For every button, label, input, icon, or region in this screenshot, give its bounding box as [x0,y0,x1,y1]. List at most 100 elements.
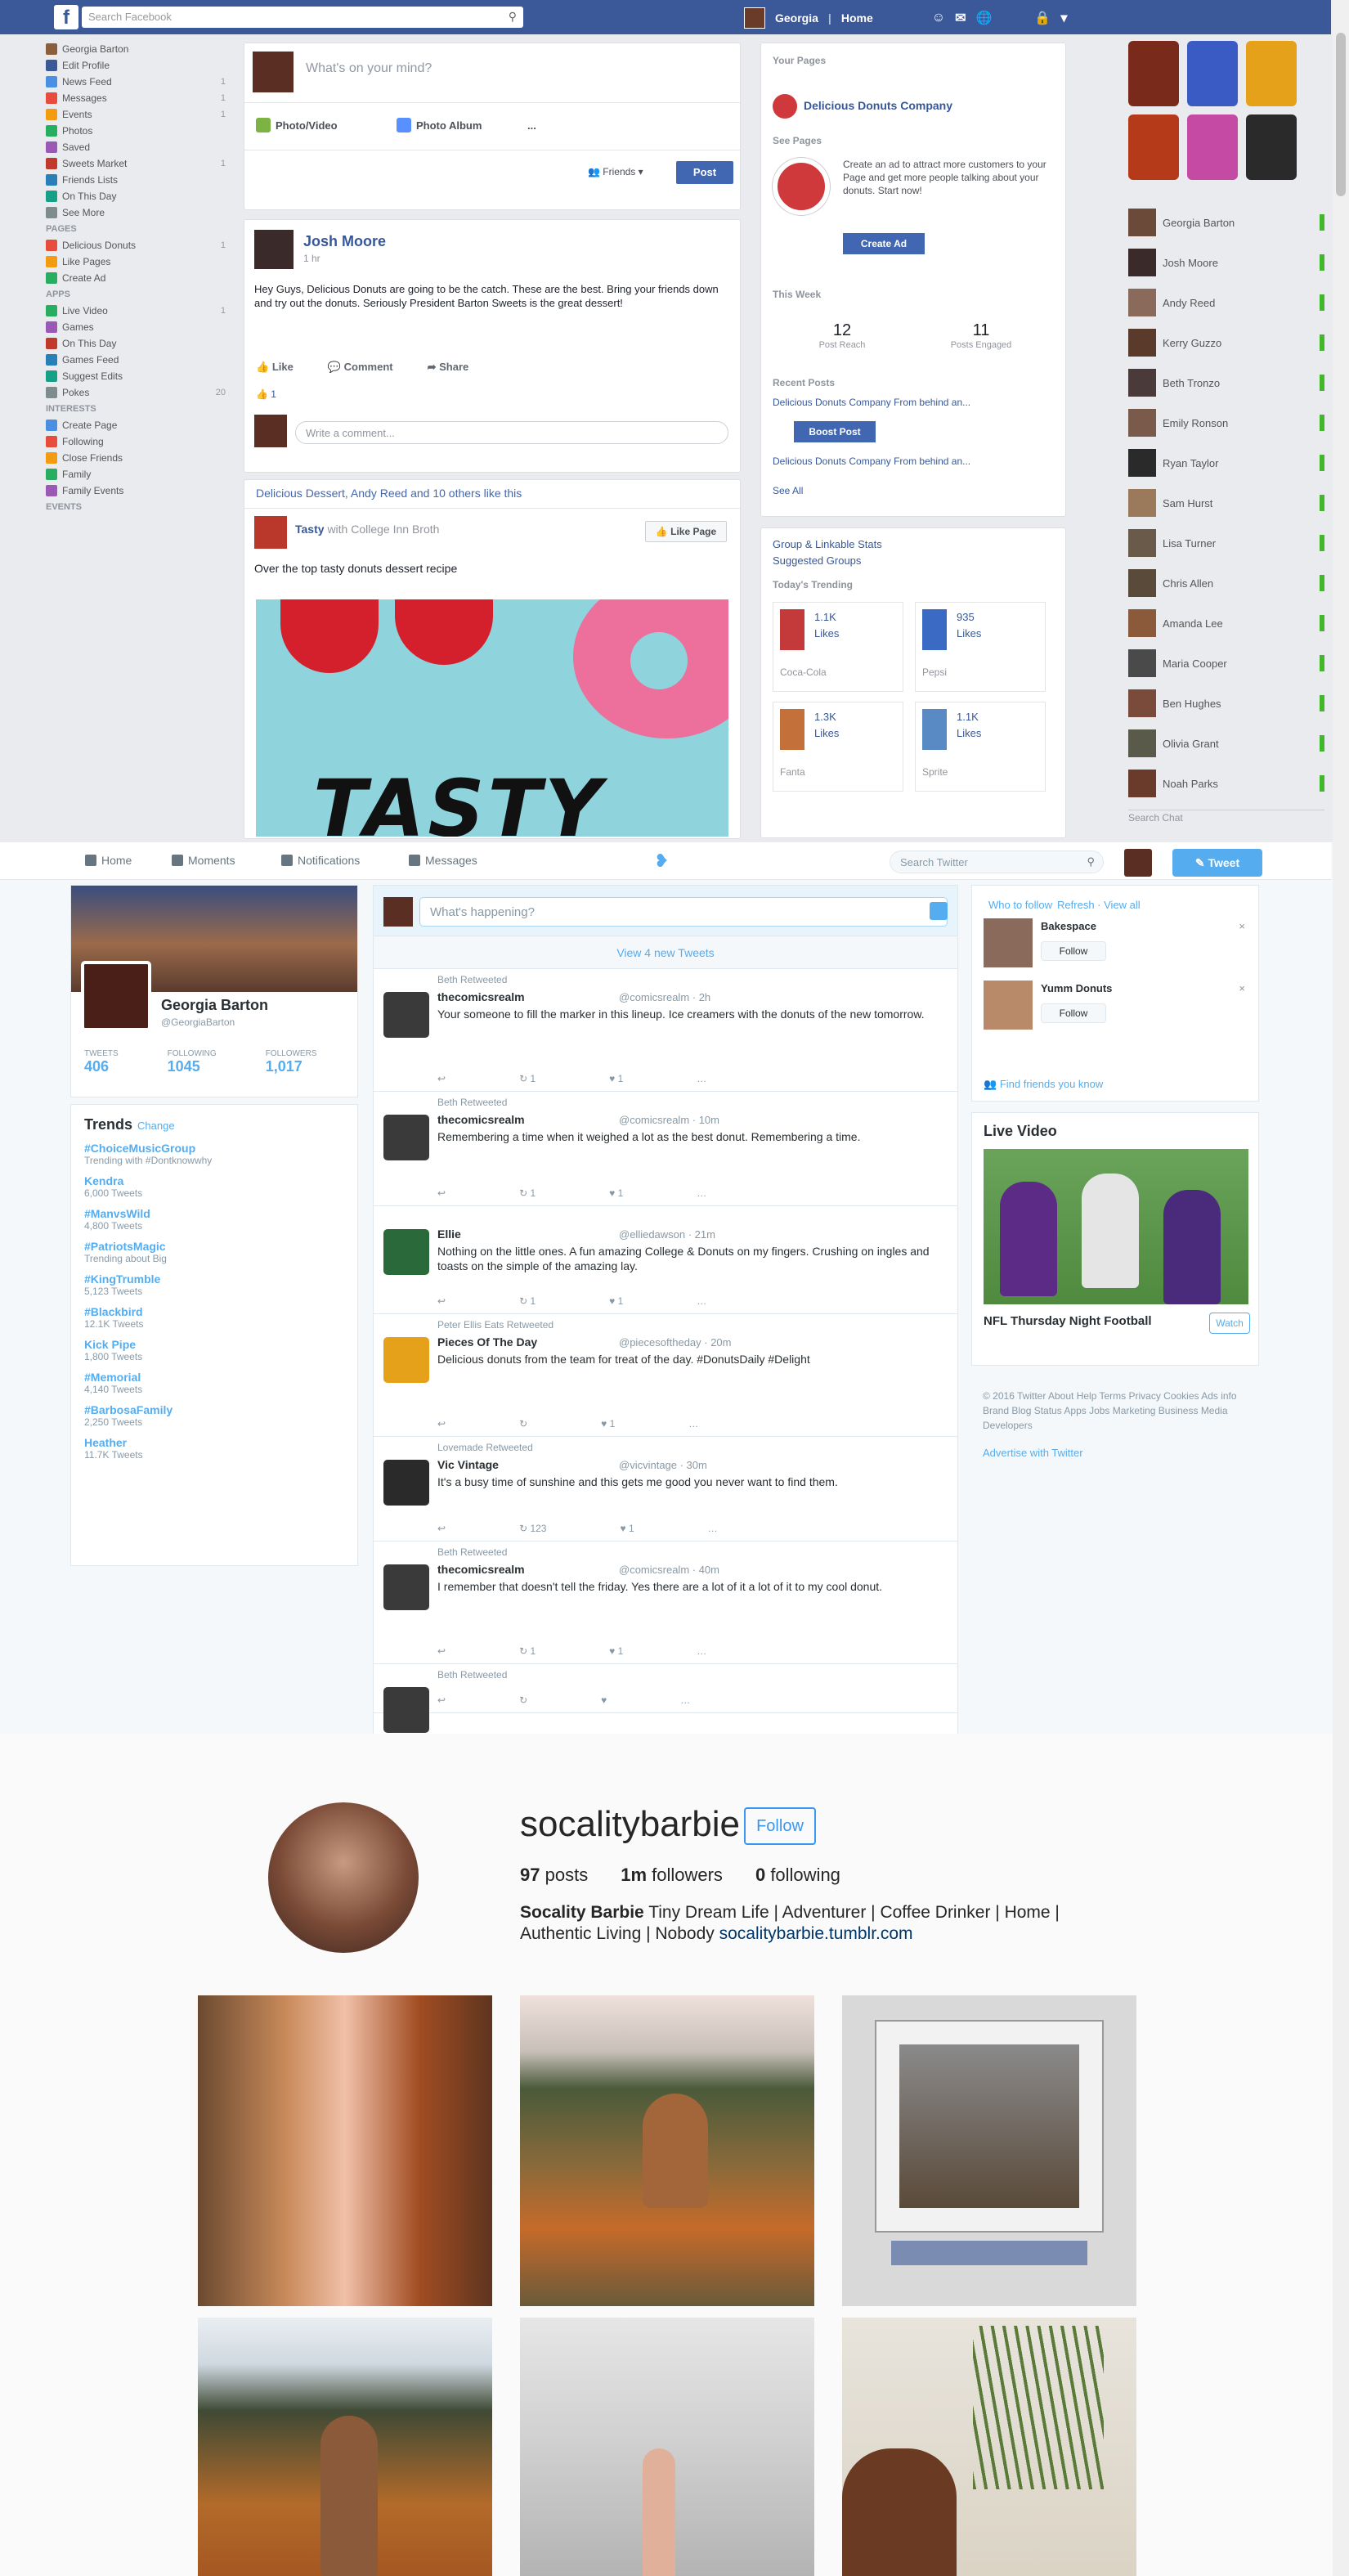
post-image[interactable]: TASTY [256,599,728,837]
retweet-context[interactable]: Beth Retweeted [437,1546,507,1558]
retweet-button[interactable]: ↻ 123 [519,1523,546,1534]
chat-contact[interactable]: Olivia Grant [1128,725,1324,761]
live-video-player[interactable] [984,1149,1248,1304]
avatar[interactable] [383,1687,429,1733]
chat-contact[interactable]: Sam Hurst [1128,485,1324,521]
profile-stat[interactable]: Followers 1,017 [266,1049,317,1075]
ig-stat[interactable]: 97 posts [520,1865,588,1886]
close-icon[interactable]: × [1239,920,1245,932]
photo-video-button[interactable]: Photo/Video [256,113,338,137]
more-button[interactable]: … [680,1694,690,1706]
scrollbar[interactable] [1333,0,1349,842]
avatar[interactable] [383,1337,429,1383]
privacy-icon[interactable]: 🔒 [1034,10,1051,26]
like-button[interactable]: ♥ 1 [609,1187,623,1199]
composer-more-button[interactable]: ... [527,113,536,137]
trending-tile[interactable]: 1.3K Likes Fanta [773,702,903,792]
chat-contact[interactable]: Ben Hughes [1128,685,1324,721]
avatar[interactable] [744,7,765,29]
tweet[interactable]: Ellie @elliedawson · 21m Nothing on the li… [374,1206,957,1314]
profile-stat[interactable]: Tweets 406 [84,1049,119,1075]
reply-button[interactable]: ↩ [437,1187,446,1199]
tweet-compose-input[interactable]: What's happening? [419,897,948,927]
sidebar-item[interactable]: Georgia Barton [46,41,226,57]
footer-links[interactable]: © 2016 Twitter About Help Terms Privacy … [983,1389,1248,1433]
sidebar-item[interactable]: Close Friends [46,450,226,466]
retweet-context[interactable]: Peter Ellis Eats Retweeted [437,1319,553,1331]
more-button[interactable]: … [697,1295,706,1307]
sidebar-item[interactable]: On This Day [46,188,226,204]
page-stat[interactable]: 12 Post Reach [773,321,912,350]
game-tile-icon[interactable] [1187,114,1238,180]
chat-contact[interactable]: Emily Ronson [1128,405,1324,441]
sidebar-item[interactable]: Edit Profile [46,57,226,74]
post-social-context[interactable]: Delicious Dessert, Andy Reed and 10 othe… [256,487,522,500]
notifications-icon[interactable]: 🌐 [975,10,992,26]
like-button[interactable]: 👍 Like [256,361,294,374]
camera-icon[interactable] [930,902,948,920]
like-button[interactable]: ♥ 1 [620,1523,634,1534]
tweet-handle[interactable]: @comicsrealm · 10m [619,1114,719,1126]
game-tile-icon[interactable] [1246,41,1297,106]
trend-item[interactable]: Kick Pipe 1,800 Tweets [84,1338,344,1362]
retweet-context[interactable]: Lovemade Retweeted [437,1442,533,1453]
avatar[interactable] [268,1802,419,1953]
trend-item[interactable]: #ManvsWild 4,800 Tweets [84,1207,344,1232]
wtf-refresh-link[interactable]: Refresh · View all [1057,899,1141,911]
page-avatar[interactable] [254,516,287,549]
retweet-button[interactable]: ↻ 1 [519,1645,536,1657]
sidebar-item[interactable]: Friends Lists [46,172,226,188]
live-video-title[interactable]: NFL Thursday Night Football [984,1314,1152,1328]
suggested-account[interactable]: Bakespace Follow × [984,918,1245,971]
tweet-handle[interactable]: @elliedawson · 21m [619,1228,715,1241]
scrollbar-thumb[interactable] [1336,33,1346,196]
share-button[interactable]: ➦ Share [428,361,469,374]
suggested-account[interactable]: Yumm Donuts Follow × [984,981,1245,1033]
reply-button[interactable]: ↩ [437,1645,446,1657]
tweet[interactable]: Peter Ellis Eats Retweeted Pieces Of The … [374,1314,957,1437]
tw-nav-messages[interactable]: Messages [409,854,477,867]
chat-search-input[interactable]: Search Chat [1128,810,1324,826]
sidebar-item[interactable]: Saved [46,139,226,155]
trending-tile[interactable]: 1.1K Likes Sprite [915,702,1046,792]
retweet-button[interactable]: ↻ [519,1418,527,1429]
trending-tile[interactable]: 1.1K Likes Coca-Cola [773,602,903,692]
follow-button[interactable]: Follow [1041,941,1106,961]
retweet-button[interactable]: ↻ 1 [519,1295,536,1307]
avatar[interactable] [1124,849,1152,877]
retweet-button[interactable]: ↻ 1 [519,1073,536,1084]
game-tile-icon[interactable] [1246,114,1297,180]
comment-input[interactable]: Write a comment... [295,421,728,444]
tweet-handle[interactable]: @vicvintage · 30m [619,1459,707,1471]
follow-button[interactable]: Follow [744,1807,816,1845]
facebook-logo-icon[interactable]: f [54,5,78,29]
trend-item[interactable]: #KingTrumble 5,123 Tweets [84,1272,344,1297]
sidebar-item[interactable]: Like Pages [46,254,226,270]
search-icon[interactable]: ⚲ [1087,855,1095,868]
reply-button[interactable]: ↩ [437,1073,446,1084]
sidebar-item[interactable]: On This Day [46,335,226,352]
groups-sub[interactable]: Suggested Groups [773,554,861,567]
reply-button[interactable]: ↩ [437,1523,446,1534]
like-page-button[interactable]: 👍 Like Page [645,521,727,542]
twitter-bird-icon[interactable]: ❥ [654,850,669,872]
chat-contact[interactable]: Ryan Taylor [1128,445,1324,481]
avatar[interactable] [81,961,151,1031]
sidebar-item[interactable]: Games [46,319,226,335]
fb-nav-home[interactable]: Home [841,11,873,25]
like-button[interactable]: ♥ 1 [609,1645,623,1657]
more-button[interactable]: … [697,1645,706,1657]
ig-post-image[interactable] [520,1995,814,2306]
find-friends-link[interactable]: 👥 Find friends you know [984,1078,1103,1091]
tweet-author[interactable]: Ellie [437,1227,461,1241]
ig-post-image[interactable] [198,2318,492,2576]
trend-item[interactable]: #Memorial 4,140 Tweets [84,1371,344,1395]
ig-stat[interactable]: 0 following [755,1865,840,1886]
chat-contact[interactable]: Josh Moore [1128,245,1324,280]
more-button[interactable]: … [688,1418,698,1429]
composer-input[interactable]: What's on your mind? [306,61,432,76]
page-link[interactable]: Delicious Donuts Company [804,99,952,112]
tweet-author[interactable]: Pieces Of The Day [437,1335,537,1349]
trend-item[interactable]: Heather 11.7K Tweets [84,1436,344,1461]
chat-contact[interactable]: Noah Parks [1128,765,1324,801]
